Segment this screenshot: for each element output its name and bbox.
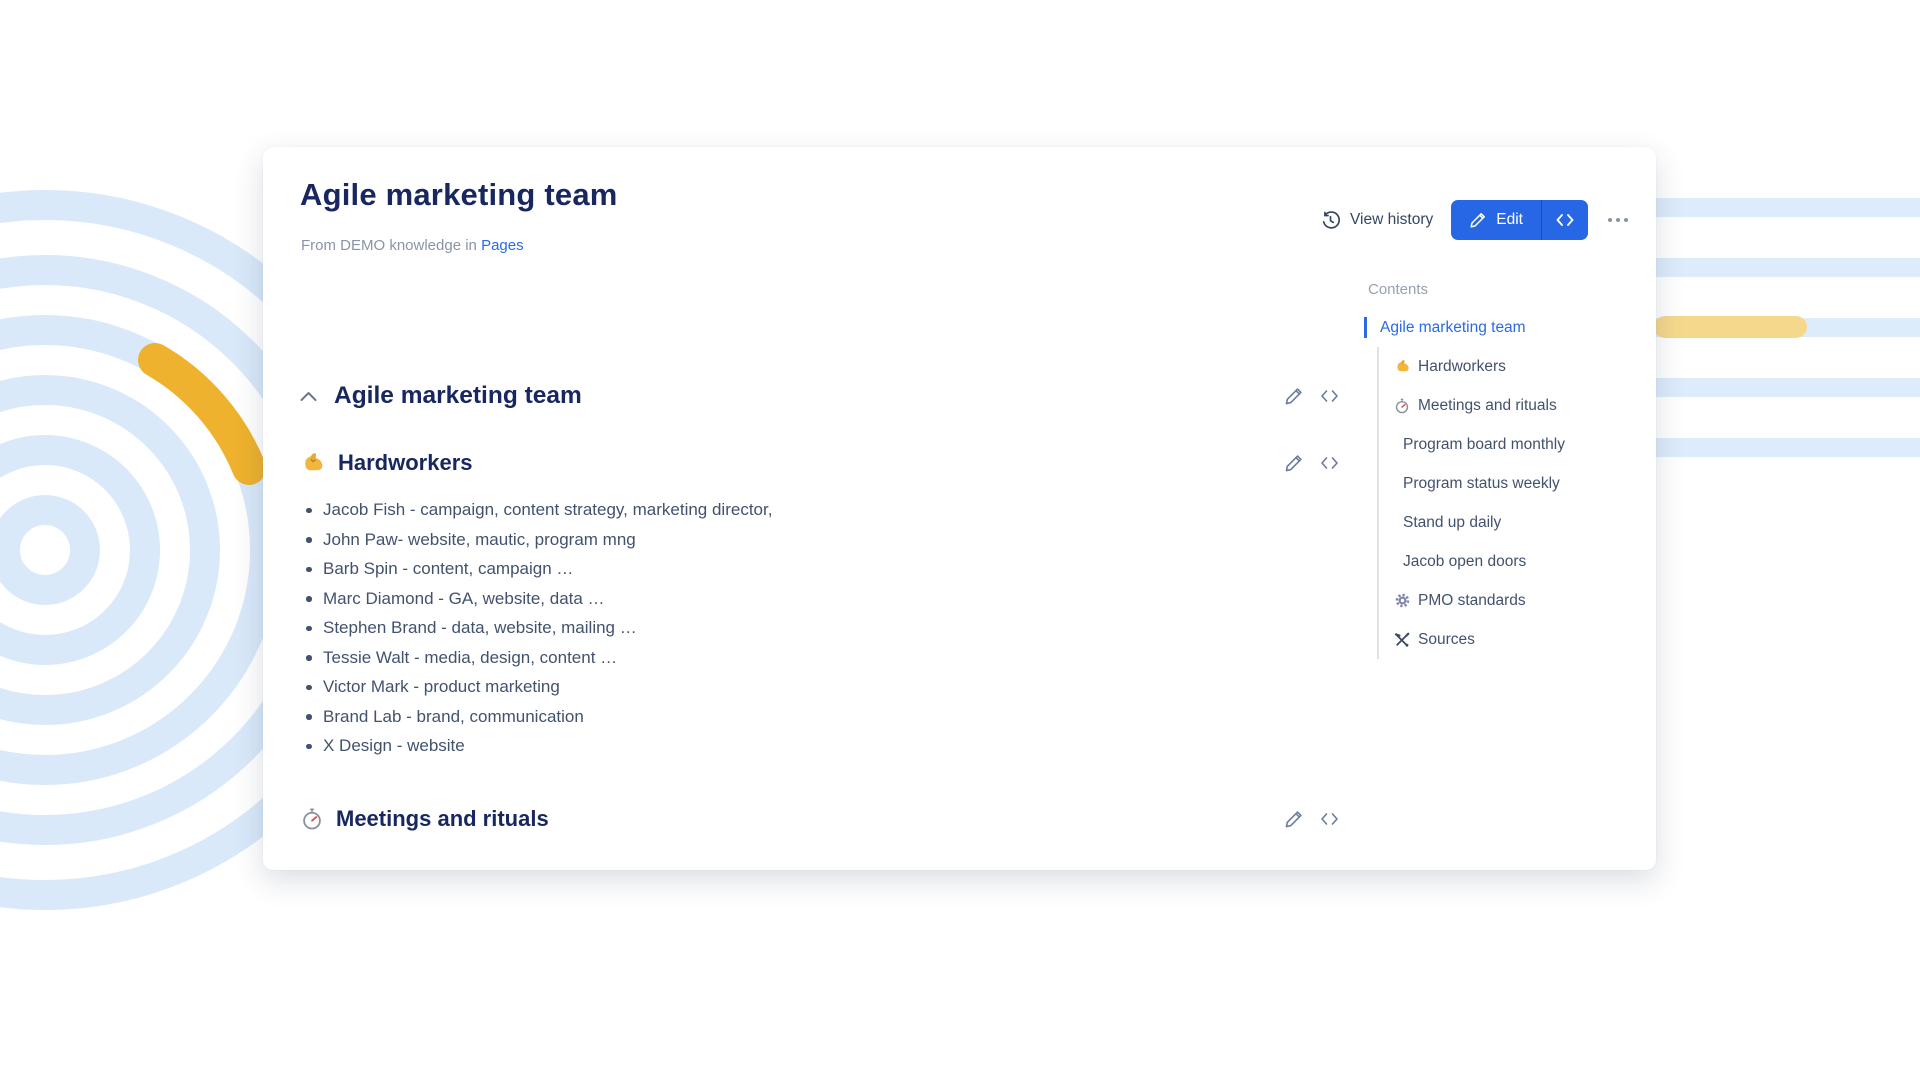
- list-item: John Paw- website, mautic, program mng: [302, 531, 772, 549]
- toc-label: Program board monthly: [1403, 436, 1565, 454]
- toc-item-sources[interactable]: Sources: [1393, 620, 1643, 659]
- tools-icon: [1393, 631, 1411, 649]
- gear-icon: [1393, 592, 1411, 610]
- section-actions: [1284, 809, 1340, 829]
- toc-label: PMO standards: [1418, 592, 1526, 610]
- list-item: Jacob Fish - campaign, content strategy,…: [302, 501, 772, 519]
- view-history-label: View history: [1350, 211, 1433, 229]
- toc-group: Hardworkers Meetings and rituals Program…: [1377, 347, 1643, 659]
- code-section-icon[interactable]: [1319, 811, 1340, 827]
- toc-item-pmo-standards[interactable]: PMO standards: [1393, 581, 1643, 620]
- article-body: Agile marketing team: [300, 147, 1340, 870]
- flexed-biceps-icon: [300, 450, 326, 476]
- toc-label: Hardworkers: [1418, 358, 1506, 376]
- code-section-icon[interactable]: [1319, 388, 1340, 404]
- page-card: Agile marketing team From DEMO knowledge…: [263, 147, 1656, 870]
- toc-label: Stand up daily: [1403, 514, 1501, 532]
- toc-item-program-board-monthly[interactable]: Program board monthly: [1393, 425, 1643, 464]
- decorative-rings: [0, 120, 300, 910]
- stopwatch-icon: [300, 807, 324, 831]
- edit-section-icon[interactable]: [1284, 453, 1304, 473]
- list-item: Brand Lab - brand, communication: [302, 708, 772, 726]
- code-icon: [1555, 212, 1575, 228]
- toc-item-hardworkers[interactable]: Hardworkers: [1393, 347, 1643, 386]
- section-agile-marketing-team: Agile marketing team: [300, 379, 1340, 413]
- contents-rail: Contents Agile marketing team Hardworker…: [1363, 281, 1643, 659]
- edit-label: Edit: [1496, 211, 1523, 229]
- code-section-icon[interactable]: [1319, 455, 1340, 471]
- list-item: Barb Spin - content, campaign …: [302, 560, 772, 578]
- toc-item-jacob-open-doors[interactable]: Jacob open doors: [1393, 542, 1643, 581]
- edit-section-icon[interactable]: [1284, 386, 1304, 406]
- yellow-pill: [1654, 316, 1807, 338]
- list-item: Stephen Brand - data, website, mailing …: [302, 619, 772, 637]
- toc-label: Program status weekly: [1403, 475, 1560, 493]
- subsection-heading: Hardworkers: [338, 450, 473, 476]
- more-options-button[interactable]: [1606, 212, 1630, 228]
- list-item: Victor Mark - product marketing: [302, 678, 772, 696]
- toc-label: Sources: [1418, 631, 1475, 649]
- decorative-stripes: [1640, 0, 1920, 500]
- edit-split-button: Edit: [1451, 200, 1588, 240]
- section-heading: Agile marketing team: [334, 382, 582, 410]
- list-item: Tessie Walt - media, design, content …: [302, 649, 772, 667]
- stopwatch-icon: [1393, 397, 1411, 415]
- flexed-biceps-icon: [1393, 358, 1411, 376]
- edit-code-button[interactable]: [1542, 200, 1588, 240]
- section-meetings-and-rituals: Meetings and rituals: [300, 803, 1340, 835]
- edit-button[interactable]: Edit: [1451, 200, 1541, 240]
- team-members-list: Jacob Fish - campaign, content strategy,…: [302, 501, 772, 767]
- toc-label: Agile marketing team: [1380, 319, 1526, 337]
- pencil-icon: [1469, 211, 1487, 229]
- toc-label: Jacob open doors: [1403, 553, 1526, 571]
- toc-item-stand-up-daily[interactable]: Stand up daily: [1393, 503, 1643, 542]
- list-item: X Design - website: [302, 737, 772, 755]
- section-actions: [1284, 453, 1340, 473]
- list-item: Marc Diamond - GA, website, data …: [302, 590, 772, 608]
- toc-label: Meetings and rituals: [1418, 397, 1557, 415]
- toc-item-program-status-weekly[interactable]: Program status weekly: [1393, 464, 1643, 503]
- page-toolbar: View history Edit: [1320, 200, 1630, 240]
- section-hardworkers: Hardworkers: [300, 447, 1340, 479]
- section-actions: [1284, 386, 1340, 406]
- contents-heading: Contents: [1363, 281, 1643, 298]
- toc-item-meetings-and-rituals[interactable]: Meetings and rituals: [1393, 386, 1643, 425]
- edit-section-icon[interactable]: [1284, 809, 1304, 829]
- collapse-chevron-icon[interactable]: [300, 391, 317, 402]
- toc-item-agile-marketing-team[interactable]: Agile marketing team: [1363, 308, 1643, 347]
- subsection-heading: Meetings and rituals: [336, 806, 549, 832]
